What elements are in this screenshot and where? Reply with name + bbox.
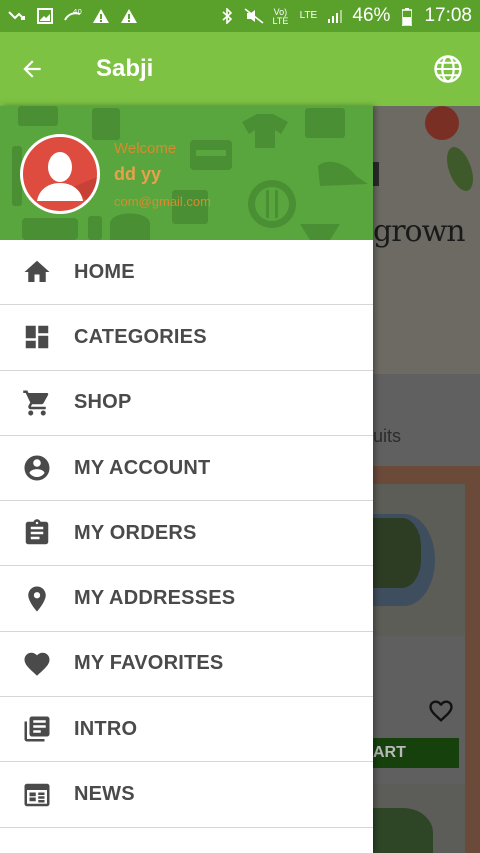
menu-item-label: MY ORDERS (74, 521, 197, 544)
missed-call-icon (8, 8, 26, 24)
banner-decoration (373, 162, 379, 186)
user-silhouette-icon (37, 152, 97, 211)
app-title: Sabji (96, 55, 154, 82)
warning-icon (92, 8, 110, 24)
user-email: com@gmail.com (114, 194, 211, 209)
globe-icon (434, 55, 462, 83)
product-card: ART (373, 484, 465, 784)
menu-item-label: SHOP (74, 391, 132, 414)
menu-item-label: INTRO (74, 717, 138, 740)
lte-icon: LTE (299, 10, 318, 21)
product-image (373, 484, 465, 636)
leaf-image (441, 143, 479, 195)
welcome-text: Welcome (114, 140, 177, 157)
clipboard-icon (25, 519, 49, 545)
avatar[interactable] (20, 134, 100, 214)
menu-item-my-favorites[interactable]: MY FAVORITES (0, 632, 373, 698)
menu-item-label: MY FAVORITES (74, 652, 224, 675)
user-name: dd yy (114, 164, 162, 184)
home-icon (24, 260, 50, 283)
volte-icon: Vo) LTE (272, 7, 289, 26)
menu-item-label: MY ACCOUNT (74, 456, 211, 479)
heart-outline-icon[interactable] (425, 697, 457, 725)
section-strip (373, 374, 480, 466)
section-title: uits (373, 426, 402, 446)
dashboard-icon (25, 326, 49, 349)
tomato-image (425, 106, 459, 140)
menu-item-label: NEWS (74, 783, 135, 806)
warning-icon (120, 8, 138, 24)
banner-image: grown (373, 106, 480, 374)
battery-percent: 46% (352, 5, 391, 26)
signal-icon (326, 8, 344, 24)
mute-icon (244, 8, 264, 24)
app-bar: Sabji (0, 32, 480, 106)
navigation-drawer: Welcome dd yy com@gmail.com HOME CATEGOR… (0, 106, 373, 853)
menu-item-news[interactable]: NEWS (0, 762, 373, 828)
cart-icon (23, 390, 49, 416)
drawer-menu: HOME CATEGORIES SHOP MY ACCOUNT MY ORDER… (0, 240, 373, 828)
language-button[interactable] (416, 32, 480, 106)
battery-icon (398, 8, 416, 27)
menu-item-shop[interactable]: SHOP (0, 371, 373, 436)
background-content: grown uits ART (373, 106, 480, 853)
missed-call-count-icon: 40 (64, 8, 82, 24)
menu-item-my-account[interactable]: MY ACCOUNT (0, 436, 373, 502)
bluetooth-icon (218, 7, 236, 25)
menu-item-label: HOME (74, 260, 135, 283)
library-books-icon (24, 716, 50, 742)
account-circle-icon (24, 455, 50, 481)
menu-item-my-addresses[interactable]: MY ADDRESSES (0, 566, 373, 632)
back-button[interactable] (0, 32, 64, 106)
menu-item-label: MY ADDRESSES (74, 587, 236, 610)
vegetable-image (373, 808, 433, 853)
drawer-header: Welcome dd yy com@gmail.com (0, 106, 373, 240)
clock: 17:08 (424, 5, 472, 26)
arrow-back-icon (23, 60, 41, 78)
vegetable-image (373, 518, 421, 588)
menu-item-categories[interactable]: CATEGORIES (0, 305, 373, 371)
menu-item-home[interactable]: HOME (0, 240, 373, 306)
svg-text:40: 40 (73, 8, 82, 16)
heart-icon (24, 652, 50, 676)
menu-item-my-orders[interactable]: MY ORDERS (0, 501, 373, 567)
location-pin-icon (28, 586, 46, 612)
gallery-icon (36, 8, 54, 24)
status-right-icons: Vo) LTE LTE 46% 17:08 (218, 5, 472, 27)
add-to-cart-button[interactable]: ART (373, 738, 459, 768)
menu-item-intro[interactable]: INTRO (0, 697, 373, 763)
menu-item-label: CATEGORIES (74, 325, 207, 348)
news-icon (24, 783, 50, 806)
status-bar: 40 Vo) LTE LTE 46% 17:08 (0, 0, 480, 32)
status-left-icons: 40 (8, 8, 138, 24)
banner-text: grown (373, 214, 466, 249)
